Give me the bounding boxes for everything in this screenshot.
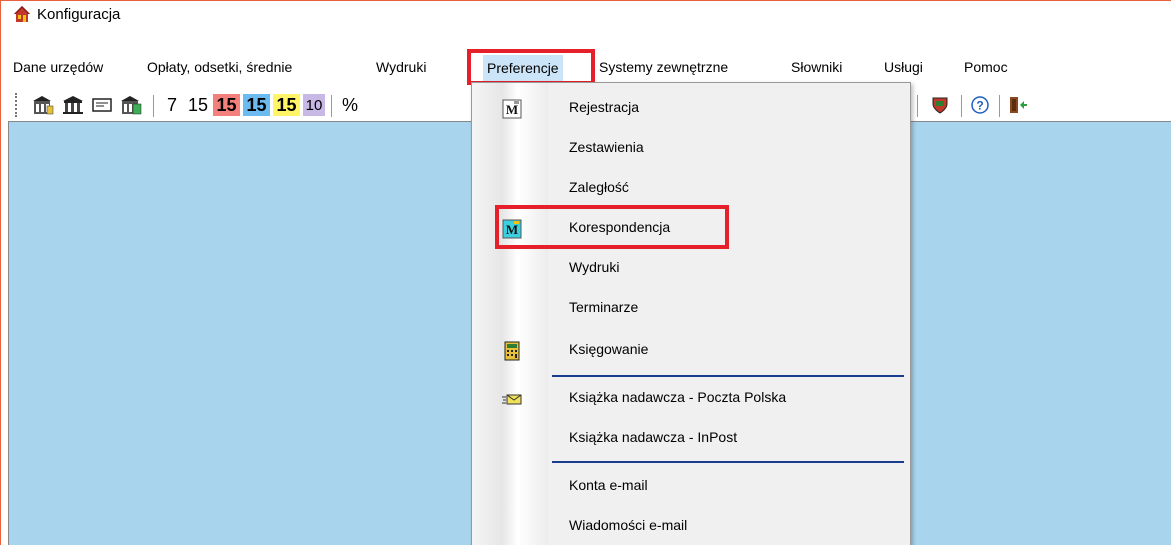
menu-item-wiadomosci-email[interactable]: Wiadomości e-mail — [472, 507, 910, 545]
menu-item-korespondencja[interactable]: M Korespondencja — [472, 209, 910, 249]
envelope-icon — [502, 394, 522, 405]
menu-separator — [552, 375, 904, 377]
toolbar-separator — [153, 95, 154, 117]
preferencje-dropdown: M Rejestracja Zestawienia Zaległość M Ko… — [471, 82, 911, 545]
menu-item-wydruki[interactable]: Wydruki — [472, 249, 910, 289]
days-7-button[interactable]: 7 — [163, 92, 181, 118]
calculator-icon — [504, 341, 520, 361]
svg-text:M: M — [506, 222, 518, 237]
office-money-icon[interactable] — [117, 92, 145, 118]
card-icon[interactable] — [89, 92, 115, 118]
m-letter-icon: M — [502, 99, 522, 119]
days-15-red-button[interactable]: 15 — [213, 94, 240, 116]
menu-preferencje[interactable]: Preferencje — [483, 55, 563, 81]
m-letter-highlight-icon: M — [502, 219, 522, 239]
toolbar-separator — [961, 95, 962, 117]
toolbar-separator — [999, 95, 1000, 117]
svg-text:?: ? — [976, 99, 983, 113]
title-bar: Konfiguracja — [1, 1, 1171, 27]
menu-uslugi[interactable]: Usługi — [884, 59, 923, 75]
menu-item-ksiegowanie[interactable]: Księgowanie — [472, 331, 910, 371]
days-15-button[interactable]: 15 — [185, 92, 211, 118]
menu-systemy-zewnetrzne[interactable]: Systemy zewnętrzne — [599, 59, 728, 75]
percent-button[interactable]: % — [339, 92, 361, 118]
menu-item-ksiazka-poczta-polska[interactable]: Książka nadawcza - Poczta Polska — [472, 379, 910, 419]
menu-pomoc[interactable]: Pomoc — [964, 59, 1008, 75]
svg-text:M: M — [506, 102, 518, 117]
menu-item-zestawienia[interactable]: Zestawienia — [472, 129, 910, 169]
bank-icon[interactable] — [59, 92, 87, 118]
toolbar-grip[interactable] — [15, 93, 18, 117]
menu-item-konta-email[interactable]: Konta e-mail — [472, 467, 910, 507]
menu-item-terminarze[interactable]: Terminarze — [472, 289, 910, 329]
menu-separator — [552, 461, 904, 463]
menu-oplaty[interactable]: Opłaty, odsetki, średnie — [147, 59, 292, 75]
office-building-icon[interactable] — [29, 92, 57, 118]
menu-item-ksiazka-inpost[interactable]: Książka nadawcza - InPost — [472, 419, 910, 459]
days-10-purple-button[interactable]: 10 — [303, 94, 325, 116]
days-15-yellow-button[interactable]: 15 — [273, 94, 300, 116]
menu-dane-urzedow[interactable]: Dane urzędów — [13, 59, 103, 75]
exit-door-icon[interactable] — [1005, 92, 1031, 118]
house-icon — [14, 6, 30, 22]
days-15-blue-button[interactable]: 15 — [243, 94, 270, 116]
shield-icon[interactable] — [927, 92, 953, 118]
app-window: Konfiguracja Dane urzędów Opłaty, odsetk… — [0, 0, 1171, 545]
menu-slowniki[interactable]: Słowniki — [791, 59, 842, 75]
window-title: Konfiguracja — [37, 5, 121, 23]
menu-wydruki[interactable]: Wydruki — [376, 59, 426, 75]
toolbar-separator — [331, 95, 332, 117]
menu-item-zaleglosc[interactable]: Zaległość — [472, 169, 910, 209]
menu-bar: Dane urzędów Opłaty, odsetki, średnie Wy… — [1, 53, 1171, 83]
menu-item-rejestracja[interactable]: M Rejestracja — [472, 89, 910, 129]
help-icon[interactable]: ? — [967, 92, 993, 118]
toolbar-separator — [917, 95, 918, 117]
